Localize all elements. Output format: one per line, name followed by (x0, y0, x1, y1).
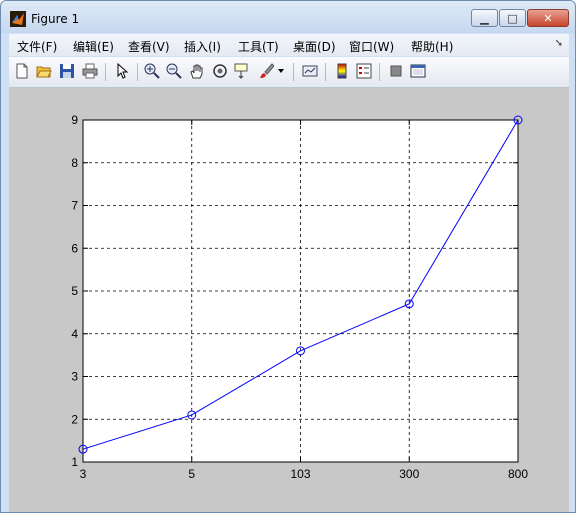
menu-bar: 文件(F) 编辑(E) 查看(V) 插入(I) 工具(T) 桌面(D) 窗口(W… (9, 34, 569, 56)
menu-edit[interactable]: 编辑(E) (73, 38, 114, 55)
figure-canvas: 1 2 3 4 5 6 7 8 9 3 5 103 300 800 (9, 88, 569, 512)
new-figure-icon[interactable] (13, 62, 31, 80)
toolbar-separator (379, 63, 380, 81)
link-plot-icon[interactable] (301, 62, 319, 80)
x-tick-label: 103 (290, 467, 310, 481)
menu-help[interactable]: 帮助(H) (411, 38, 453, 55)
figure-toolbar (9, 57, 569, 88)
menu-window[interactable]: 窗口(W) (349, 38, 394, 55)
y-tick-label: 6 (71, 241, 78, 255)
x-tick-label: 300 (399, 467, 419, 481)
toolbar-separator (293, 63, 294, 81)
menu-overflow-icon[interactable]: ➘ (555, 38, 563, 49)
y-tick-label: 5 (71, 284, 78, 298)
pan-hand-icon[interactable] (188, 62, 206, 80)
toolbar-separator (137, 63, 138, 81)
zoom-out-icon[interactable] (165, 62, 183, 80)
title-bar[interactable]: Figure 1 ▁ □ ✕ (1, 1, 575, 33)
window-title: Figure 1 (31, 12, 80, 26)
minimize-icon: ▁ (480, 11, 489, 25)
brush-dropdown-icon[interactable] (276, 62, 286, 80)
legend-icon[interactable] (355, 62, 373, 80)
menu-tools[interactable]: 工具(T) (238, 38, 279, 55)
y-tick-label: 8 (71, 156, 78, 170)
close-button[interactable]: ✕ (527, 9, 569, 27)
menu-file[interactable]: 文件(F) (17, 38, 57, 55)
brush-icon[interactable] (257, 62, 275, 80)
print-icon[interactable] (81, 62, 99, 80)
close-icon: ✕ (543, 11, 553, 25)
y-tick-label: 2 (71, 412, 78, 426)
maximize-button[interactable]: □ (499, 9, 526, 27)
y-tick-label: 4 (71, 327, 78, 341)
open-file-icon[interactable] (35, 62, 53, 80)
save-icon[interactable] (58, 62, 76, 80)
toolbar-separator (105, 63, 106, 81)
minimize-button[interactable]: ▁ (471, 9, 498, 27)
rotate-3d-icon[interactable] (211, 62, 229, 80)
figure-window: Figure 1 ▁ □ ✕ 文件(F) 编辑(E) 查看(V) 插入(I) 工… (0, 0, 576, 513)
hide-plot-tools-icon[interactable] (387, 62, 405, 80)
menu-insert[interactable]: 插入(I) (184, 38, 221, 55)
plot-area[interactable]: 1 2 3 4 5 6 7 8 9 3 5 103 300 800 (9, 88, 569, 512)
edit-plot-arrow-icon[interactable] (113, 62, 131, 80)
maximize-icon: □ (507, 11, 518, 25)
y-tick-label: 1 (71, 455, 78, 469)
y-tick-label: 3 (71, 370, 78, 384)
x-tick-label: 3 (80, 467, 87, 481)
y-tick-label: 9 (71, 113, 78, 127)
toolbar-separator (325, 63, 326, 81)
data-cursor-icon[interactable] (233, 62, 251, 80)
colorbar-icon[interactable] (333, 62, 351, 80)
x-tick-label: 800 (508, 467, 528, 481)
x-tick-label: 5 (188, 467, 195, 481)
matlab-logo-icon (10, 11, 26, 27)
y-tick-label: 7 (71, 199, 78, 213)
menu-view[interactable]: 查看(V) (128, 38, 170, 55)
zoom-in-icon[interactable] (143, 62, 161, 80)
menu-desktop[interactable]: 桌面(D) (293, 38, 336, 55)
show-plot-tools-icon[interactable] (409, 62, 427, 80)
